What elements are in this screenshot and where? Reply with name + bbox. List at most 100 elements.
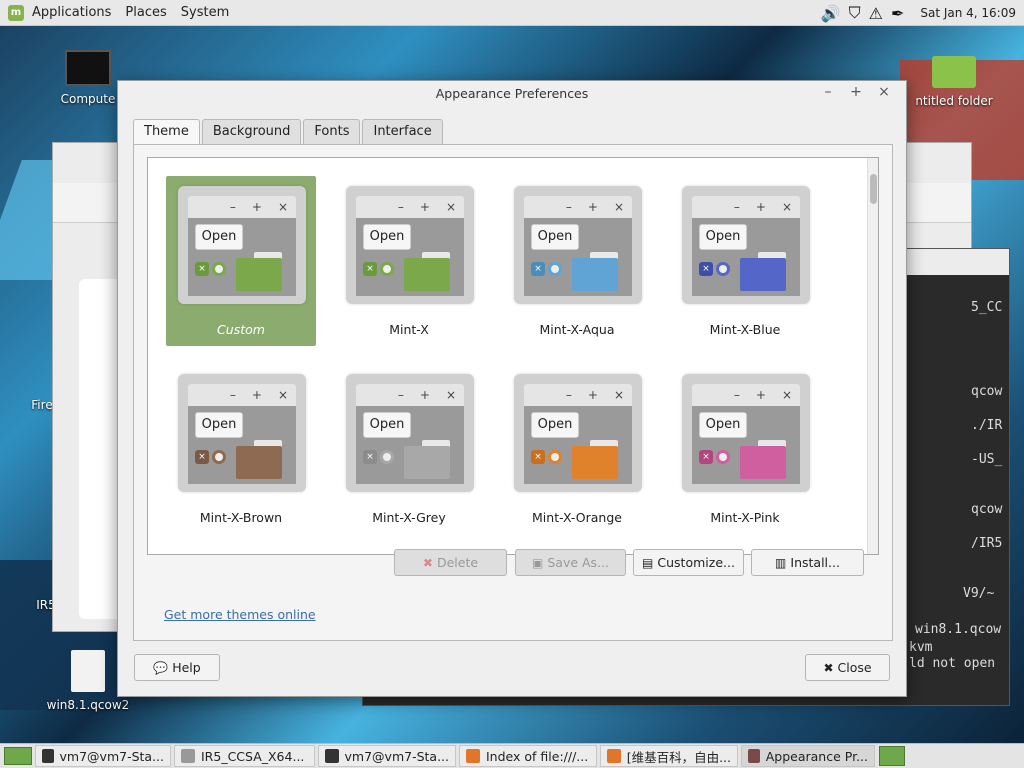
taskbar-item-active[interactable]: Appearance Pr...: [741, 745, 875, 767]
customize-icon: ▤: [642, 555, 654, 570]
alert-icon[interactable]: ⚠: [869, 4, 883, 23]
close-icon: ✖: [823, 660, 834, 675]
theme-name: Custom: [217, 322, 265, 337]
preview-radio-icon: [380, 262, 394, 276]
theme-preview: – + × Open ×: [346, 186, 474, 304]
preview-titlebar: – + ×: [692, 196, 800, 218]
preview-body: Open ×: [356, 218, 464, 296]
theme-name: Mint-X-Pink: [710, 510, 780, 525]
preview-check-icon: ×: [363, 262, 377, 276]
workspace-switcher-icon[interactable]: [879, 746, 905, 766]
shield-icon[interactable]: ⛉: [849, 3, 861, 23]
preview-check-icon: ×: [531, 450, 545, 464]
volume-icon[interactable]: 🔊: [821, 4, 841, 23]
save-as-button[interactable]: ▣ Save As...: [515, 549, 626, 576]
taskbar-item[interactable]: Index of file:///...: [459, 745, 597, 767]
menu-system[interactable]: System: [181, 5, 229, 20]
preview-body: Open ×: [692, 218, 800, 296]
preview-titlebar: – + ×: [524, 384, 632, 406]
install-button[interactable]: ▥ Install...: [751, 549, 864, 576]
preview-check-icon: ×: [699, 450, 713, 464]
scroll-thumb[interactable]: [870, 174, 877, 204]
theme-name: Mint-X-Orange: [532, 510, 622, 525]
file-icon: [181, 749, 195, 763]
theme-name: Mint-X-Grey: [372, 510, 446, 525]
customize-button[interactable]: ▤ Customize...: [633, 549, 744, 576]
more-themes-link[interactable]: Get more themes online: [164, 607, 316, 622]
preview-titlebar: – + ×: [188, 384, 296, 406]
preview-body: Open ×: [692, 406, 800, 484]
preview-open-button: Open: [531, 412, 579, 438]
theme-item[interactable]: – + × Open × Mint-X-Pink: [670, 364, 820, 534]
folder-icon: [572, 258, 618, 291]
preview-radio-icon: [380, 450, 394, 464]
preview-open-button: Open: [195, 224, 243, 250]
theme-preview: – + × Open ×: [514, 374, 642, 492]
theme-item[interactable]: – + × Open × Mint-X-Grey: [334, 364, 484, 534]
taskbar-item[interactable]: vm7@vm7-Sta...: [35, 745, 171, 767]
menu-places[interactable]: Places: [125, 5, 166, 20]
desktop-icon-folder[interactable]: ntitled folder: [904, 56, 1004, 108]
clock[interactable]: Sat Jan 4, 16:09: [920, 6, 1016, 20]
theme-preview: – + × Open ×: [178, 186, 306, 304]
theme-grid: – + × Open × Custom – + × Open × Mint-X – + × Open × Mint…: [147, 157, 879, 555]
tab-fonts[interactable]: Fonts: [303, 119, 361, 145]
theme-item[interactable]: – + × Open × Custom: [166, 176, 316, 346]
preview-open-button: Open: [699, 224, 747, 250]
monitor-icon: [65, 50, 111, 86]
preview-titlebar: – + ×: [692, 384, 800, 406]
theme-preview: – + × Open ×: [682, 186, 810, 304]
preview-titlebar: – + ×: [356, 384, 464, 406]
theme-item[interactable]: – + × Open × Mint-X-Brown: [166, 364, 316, 534]
file-icon: [71, 650, 105, 692]
folder-icon: [404, 446, 450, 479]
preview-body: Open ×: [356, 406, 464, 484]
minimize-icon[interactable]: –: [814, 84, 842, 100]
theme-item[interactable]: – + × Open × Mint-X-Aqua: [502, 176, 652, 346]
dialog-titlebar[interactable]: Appearance Preferences – + ×: [118, 81, 906, 105]
tab-theme[interactable]: Theme: [133, 119, 200, 145]
theme-tab-panel: – + × Open × Custom – + × Open × Mint-X – + × Open × Mint…: [133, 144, 893, 641]
taskbar-item[interactable]: vm7@vm7-Sta...: [318, 745, 456, 767]
preview-body: Open ×: [524, 406, 632, 484]
top-panel: m Applications Places System 🔊 ⛉ ⚠ ✒ Sat…: [0, 0, 1024, 26]
theme-name: Mint-X-Aqua: [539, 322, 615, 337]
taskbar: vm7@vm7-Sta... IR5_CCSA_X64... vm7@vm7-S…: [0, 743, 1024, 768]
taskbar-item[interactable]: [维基百科，自由...: [600, 745, 738, 767]
theme-item[interactable]: – + × Open × Mint-X-Blue: [670, 176, 820, 346]
theme-item[interactable]: – + × Open × Mint-X: [334, 176, 484, 346]
show-desktop-icon[interactable]: [4, 747, 32, 765]
folder-icon: [740, 446, 786, 479]
preview-check-icon: ×: [531, 262, 545, 276]
pen-icon[interactable]: ✒: [891, 4, 904, 23]
menu-applications[interactable]: Applications: [32, 5, 111, 20]
maximize-icon[interactable]: +: [842, 84, 870, 100]
theme-name: Mint-X: [389, 322, 429, 337]
help-icon: 💬: [153, 660, 169, 675]
taskbar-item[interactable]: IR5_CCSA_X64...: [174, 745, 315, 767]
folder-icon: [572, 446, 618, 479]
tab-background[interactable]: Background: [201, 119, 302, 145]
tab-interface[interactable]: Interface: [362, 119, 443, 145]
theme-preview: – + × Open ×: [178, 374, 306, 492]
preview-check-icon: ×: [195, 450, 209, 464]
preview-check-icon: ×: [363, 450, 377, 464]
close-icon[interactable]: ×: [870, 84, 898, 100]
term-line: -US_: [971, 452, 1003, 467]
preview-radio-icon: [716, 450, 730, 464]
scrollbar[interactable]: [867, 158, 878, 554]
mint-menu-icon[interactable]: m: [8, 4, 24, 21]
term-line: 5_CC: [971, 300, 1003, 315]
theme-item[interactable]: – + × Open × Mint-X-Orange: [502, 364, 652, 534]
preview-titlebar: – + ×: [356, 196, 464, 218]
close-button[interactable]: ✖ Close: [805, 654, 890, 681]
term-line: /IR5: [971, 536, 1003, 551]
term-line: kvm: [909, 640, 933, 655]
preview-body: Open ×: [524, 218, 632, 296]
preview-open-button: Open: [363, 412, 411, 438]
delete-button[interactable]: ✖ Delete: [394, 549, 507, 576]
preview-open-button: Open: [531, 224, 579, 250]
help-button[interactable]: 💬 Help: [134, 654, 220, 681]
desktop-icon-computer[interactable]: Compute: [56, 50, 120, 106]
term-line: ld not open: [909, 656, 996, 671]
